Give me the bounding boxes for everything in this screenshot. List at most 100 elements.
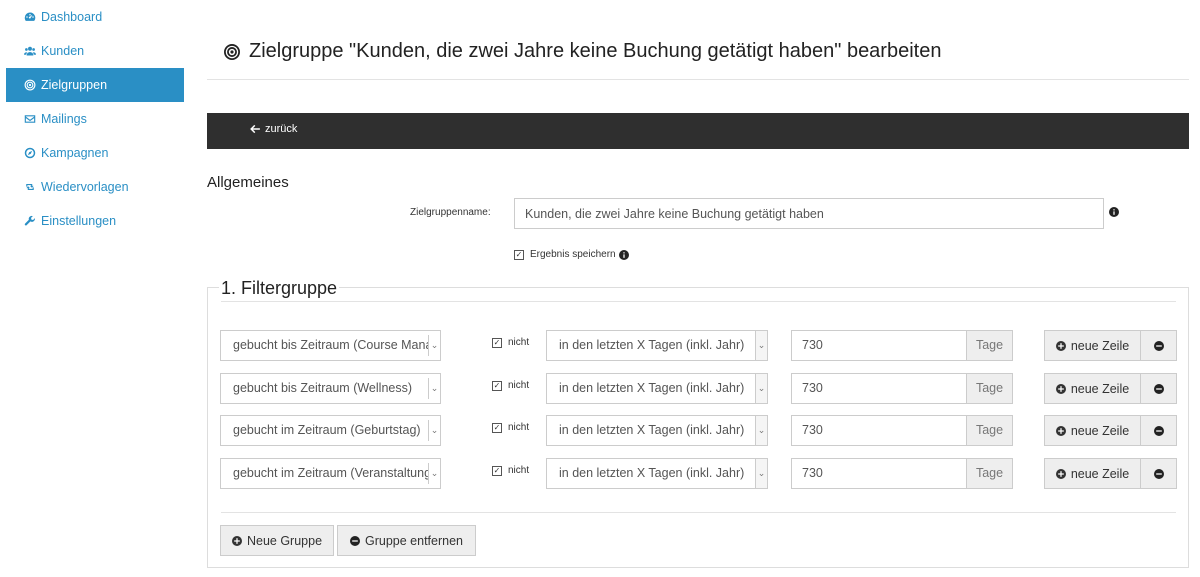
field-select-value: gebucht bis Zeitraum (Wellness) — [233, 381, 413, 395]
operator-select[interactable]: in den letzten X Tagen (inkl. Jahr) ⌄ — [546, 415, 768, 446]
operator-select[interactable]: in den letzten X Tagen (inkl. Jahr) ⌄ — [546, 458, 768, 489]
negate-checkbox[interactable]: ✓ — [492, 380, 502, 391]
negate-option[interactable]: ✓ nicht — [492, 465, 529, 476]
remove-row-button[interactable] — [1140, 330, 1177, 361]
filter-group-title: 1. Filtergruppe — [219, 278, 340, 299]
target-group-name-input[interactable] — [514, 198, 1104, 229]
value-input[interactable]: 730 — [791, 330, 967, 361]
sidebar-item-label: Kunden — [41, 44, 85, 58]
sidebar-item-kunden[interactable]: Kunden — [0, 34, 184, 68]
target-icon — [24, 79, 36, 91]
retweet-icon — [24, 181, 36, 193]
save-result-label: Ergebnis speichern — [530, 249, 616, 260]
chevron-down-icon: ⌄ — [755, 459, 767, 488]
save-result-row: ✓ Ergebnis speichern — [514, 249, 629, 260]
field-select-value: gebucht im Zeitraum (Veranstaltung — [233, 466, 432, 480]
field-select-value: gebucht bis Zeitraum (Course Mana — [233, 338, 433, 352]
chevron-down-icon: ⌄ — [755, 416, 767, 445]
add-row-button[interactable]: neue Zeile — [1044, 458, 1141, 489]
unit-addon: Tage — [967, 415, 1013, 446]
target-icon — [223, 43, 241, 61]
remove-group-button[interactable]: Gruppe entfernen — [337, 525, 476, 556]
remove-row-button[interactable] — [1140, 415, 1177, 446]
remove-group-label: Gruppe entfernen — [365, 533, 463, 548]
chevron-down-icon: ⌄ — [428, 420, 440, 441]
sidebar-item-einstellungen[interactable]: Einstellungen — [0, 204, 184, 238]
value-input[interactable]: 730 — [791, 373, 967, 404]
operator-select-value: in den letzten X Tagen (inkl. Jahr) — [559, 381, 745, 395]
plus-circle-icon — [1055, 468, 1066, 479]
sidebar-item-label: Zielgruppen — [41, 78, 108, 92]
negate-label: nicht — [508, 465, 530, 476]
divider — [221, 512, 1176, 513]
sidebar-item-dashboard[interactable]: Dashboard — [0, 0, 184, 34]
filter-row: gebucht im Zeitraum (Geburtstag) ⌄ ✓ nicht… — [220, 415, 1177, 446]
field-select[interactable]: gebucht bis Zeitraum (Course Mana ⌄ — [220, 330, 441, 361]
operator-select[interactable]: in den letzten X Tagen (inkl. Jahr) ⌄ — [546, 373, 768, 404]
filter-row: gebucht im Zeitraum (Veranstaltung ⌄ ✓ nic… — [220, 458, 1177, 489]
field-select[interactable]: gebucht im Zeitraum (Veranstaltung ⌄ — [220, 458, 441, 489]
page-title: Zielgruppe "Kunden, die zwei Jahre keine… — [223, 40, 941, 63]
sidebar: Dashboard Kunden Zielgruppen Mailings Ka… — [0, 0, 184, 577]
plus-circle-icon — [1055, 340, 1066, 351]
chevron-down-icon: ⌄ — [428, 335, 440, 356]
field-select[interactable]: gebucht bis Zeitraum (Wellness) ⌄ — [220, 373, 441, 404]
minus-circle-icon — [1153, 340, 1164, 351]
page-title-text: Zielgruppe "Kunden, die zwei Jahre keine… — [249, 40, 942, 62]
sidebar-item-mailings[interactable]: Mailings — [0, 102, 184, 136]
target-group-name-label: Zielgruppenname: — [410, 207, 491, 218]
remove-row-button[interactable] — [1140, 373, 1177, 404]
add-row-label: neue Zeile — [1070, 466, 1130, 481]
add-row-label: neue Zeile — [1070, 423, 1130, 438]
info-icon[interactable] — [1109, 207, 1119, 217]
negate-checkbox[interactable]: ✓ — [492, 422, 502, 433]
sidebar-item-wiedervorlagen[interactable]: Wiedervorlagen — [0, 170, 184, 204]
back-button[interactable]: zurück — [249, 123, 297, 135]
minus-circle-icon — [1153, 425, 1164, 436]
negate-option[interactable]: ✓ nicht — [492, 337, 529, 348]
dashboard-icon — [24, 11, 36, 23]
sidebar-item-label: Mailings — [41, 112, 87, 126]
add-row-button[interactable]: neue Zeile — [1044, 373, 1141, 404]
negate-option[interactable]: ✓ nicht — [492, 380, 529, 391]
unit-addon: Tage — [967, 458, 1013, 489]
info-icon[interactable] — [618, 249, 629, 260]
chevron-down-icon: ⌄ — [428, 463, 440, 484]
new-group-label: Neue Gruppe — [246, 533, 323, 548]
negate-label: nicht — [508, 337, 530, 348]
filter-row: gebucht bis Zeitraum (Course Mana ⌄ ✓ nich… — [220, 330, 1177, 361]
filter-row: gebucht bis Zeitraum (Wellness) ⌄ ✓ nicht … — [220, 373, 1177, 404]
field-select[interactable]: gebucht im Zeitraum (Geburtstag) ⌄ — [220, 415, 441, 446]
negate-label: nicht — [508, 380, 530, 391]
value-input[interactable]: 730 — [791, 415, 967, 446]
wrench-icon — [24, 215, 36, 227]
sidebar-item-zielgruppen[interactable]: Zielgruppen — [6, 68, 184, 102]
remove-row-button[interactable] — [1140, 458, 1177, 489]
page-header: Zielgruppe "Kunden, die zwei Jahre keine… — [207, 40, 1189, 80]
divider — [221, 301, 1176, 302]
value-input[interactable]: 730 — [791, 458, 967, 489]
chevron-down-icon: ⌄ — [755, 374, 767, 403]
negate-checkbox[interactable]: ✓ — [492, 465, 502, 476]
save-result-checkbox[interactable]: ✓ — [514, 249, 524, 260]
back-label: zurück — [265, 123, 298, 135]
chevron-down-icon: ⌄ — [428, 378, 440, 399]
plus-circle-icon — [231, 535, 242, 546]
plus-circle-icon — [1055, 383, 1066, 394]
new-group-button[interactable]: Neue Gruppe — [220, 525, 334, 556]
users-icon — [24, 45, 36, 57]
negate-checkbox[interactable]: ✓ — [492, 337, 502, 348]
unit-addon: Tage — [967, 330, 1013, 361]
unit-addon: Tage — [967, 373, 1013, 404]
add-row-label: neue Zeile — [1070, 338, 1130, 353]
chevron-down-icon: ⌄ — [755, 331, 767, 360]
negate-option[interactable]: ✓ nicht — [492, 422, 529, 433]
sidebar-item-kampagnen[interactable]: Kampagnen — [0, 136, 184, 170]
sidebar-item-label: Einstellungen — [41, 214, 117, 228]
operator-select-value: in den letzten X Tagen (inkl. Jahr) — [559, 423, 745, 437]
minus-circle-icon — [1153, 468, 1164, 479]
add-row-button[interactable]: neue Zeile — [1044, 415, 1141, 446]
operator-select[interactable]: in den letzten X Tagen (inkl. Jahr) ⌄ — [546, 330, 768, 361]
add-row-button[interactable]: neue Zeile — [1044, 330, 1141, 361]
compass-icon — [24, 147, 36, 159]
